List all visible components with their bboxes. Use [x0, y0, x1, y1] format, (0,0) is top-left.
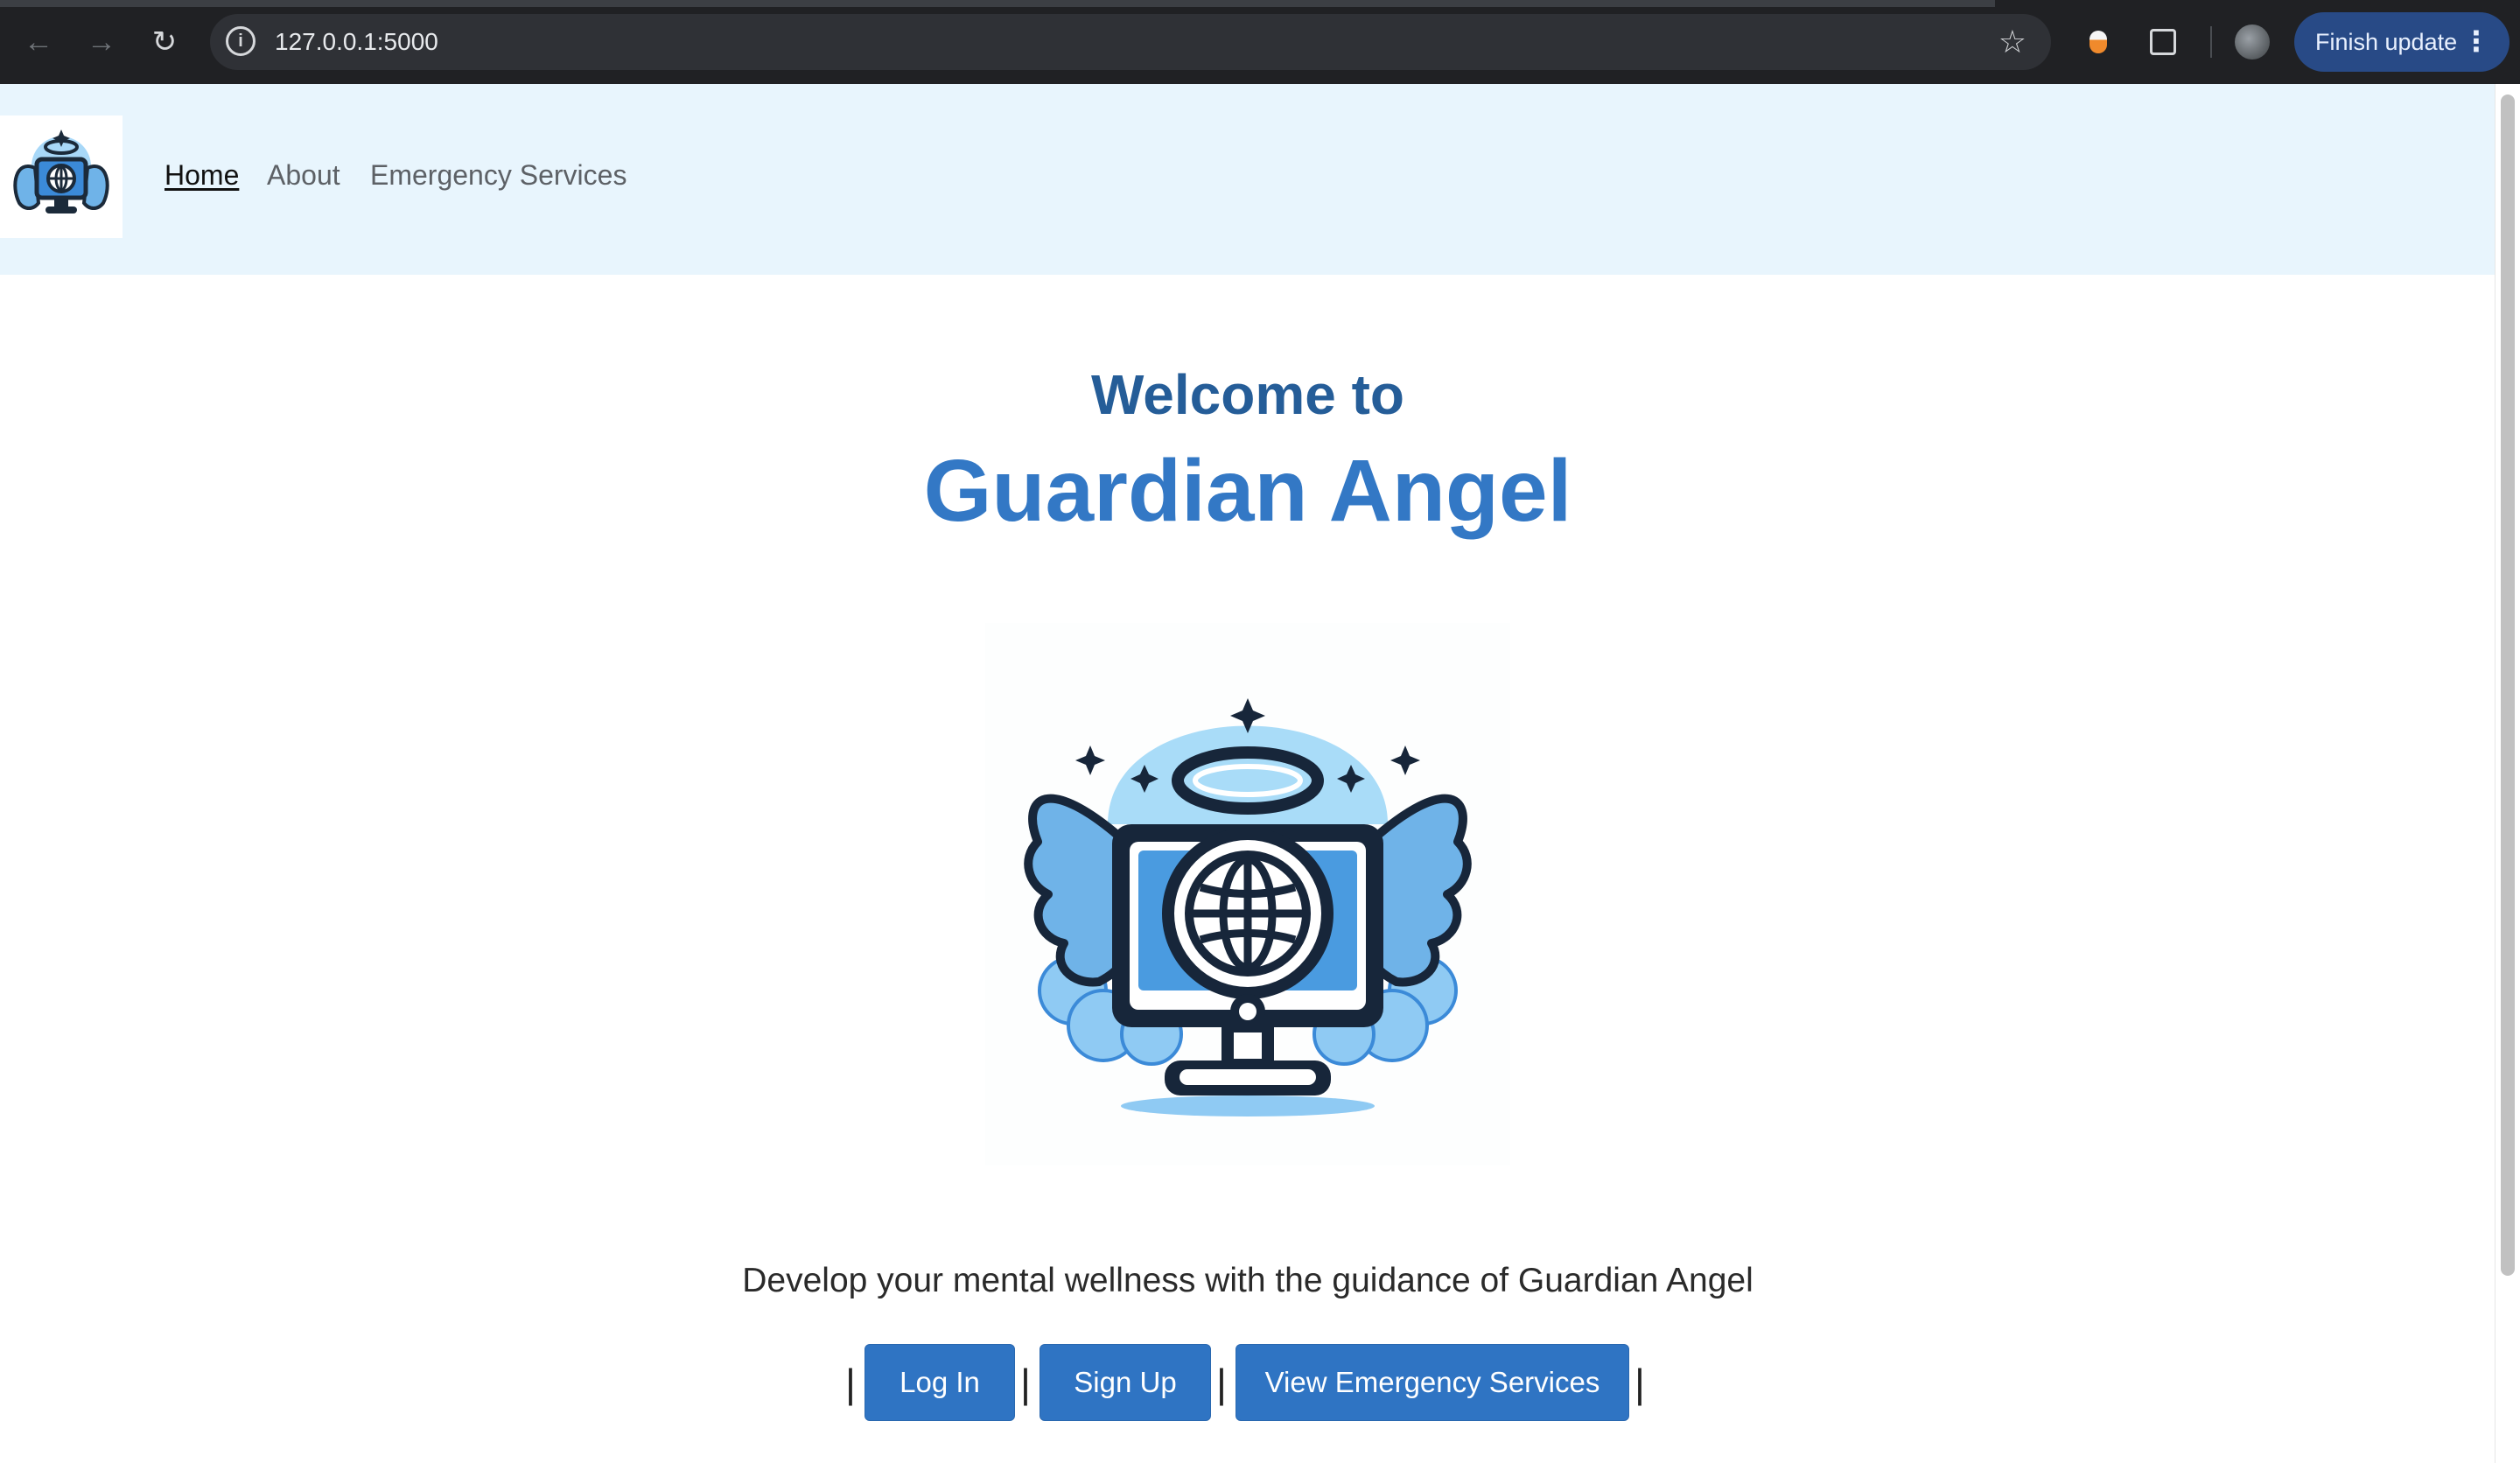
nav-emergency-services-link[interactable]: Emergency Services — [370, 159, 626, 192]
forward-icon[interactable]: → — [80, 21, 122, 63]
bookmark-star-icon[interactable]: ☆ — [1998, 14, 2026, 70]
nav-home-link[interactable]: Home — [164, 159, 239, 192]
signup-button[interactable]: Sign Up — [1040, 1344, 1211, 1421]
tagline: Develop your mental wellness with the gu… — [742, 1262, 1754, 1299]
menu-kebab-icon[interactable]: ⋮ — [2462, 12, 2490, 72]
logo[interactable] — [0, 116, 122, 238]
separator: | — [1020, 1361, 1031, 1406]
profile-avatar[interactable] — [2235, 24, 2270, 60]
action-bar: | Log In | Sign Up | View Emergency Serv… — [0, 1344, 2496, 1423]
browser-toolbar: ← → ↻ i 127.0.0.1:5000 ☆ Finish update ⋮ — [0, 0, 2520, 84]
scrollbar-thumb[interactable] — [2501, 94, 2515, 1276]
site-info-icon[interactable]: i — [226, 26, 256, 56]
url-text[interactable]: 127.0.0.1:5000 — [275, 14, 438, 70]
welcome-heading: Welcome to — [1091, 363, 1404, 426]
tab-strip-remnant — [0, 0, 1995, 7]
nav-about-link[interactable]: About — [267, 159, 340, 192]
separator: | — [845, 1361, 856, 1406]
scrollbar[interactable] — [2495, 84, 2520, 1463]
site-navbar: Home About Emergency Services — [0, 84, 2496, 275]
page-title: Guardian Angel — [923, 442, 1572, 540]
reload-icon[interactable]: ↻ — [144, 21, 186, 63]
finish-update-label: Finish update — [2315, 28, 2458, 55]
login-button[interactable]: Log In — [864, 1344, 1015, 1421]
extension-icon[interactable] — [2076, 19, 2121, 65]
separator: | — [1634, 1361, 1645, 1406]
toolbar-divider — [2210, 26, 2212, 58]
guardian-angel-emblem-icon — [985, 623, 1510, 1166]
guardian-angel-logo-icon — [13, 130, 109, 214]
puzzle-icon[interactable] — [2140, 19, 2186, 65]
finish-update-button[interactable]: Finish update ⋮ — [2294, 12, 2510, 72]
hero-logo-image — [985, 623, 1510, 1166]
page-viewport: Home About Emergency Services Welcome to… — [0, 84, 2520, 1463]
back-icon[interactable]: ← — [18, 21, 60, 63]
separator: | — [1216, 1361, 1227, 1406]
view-emergency-services-button[interactable]: View Emergency Services — [1236, 1344, 1629, 1421]
address-bar[interactable]: i 127.0.0.1:5000 ☆ — [210, 14, 2051, 70]
